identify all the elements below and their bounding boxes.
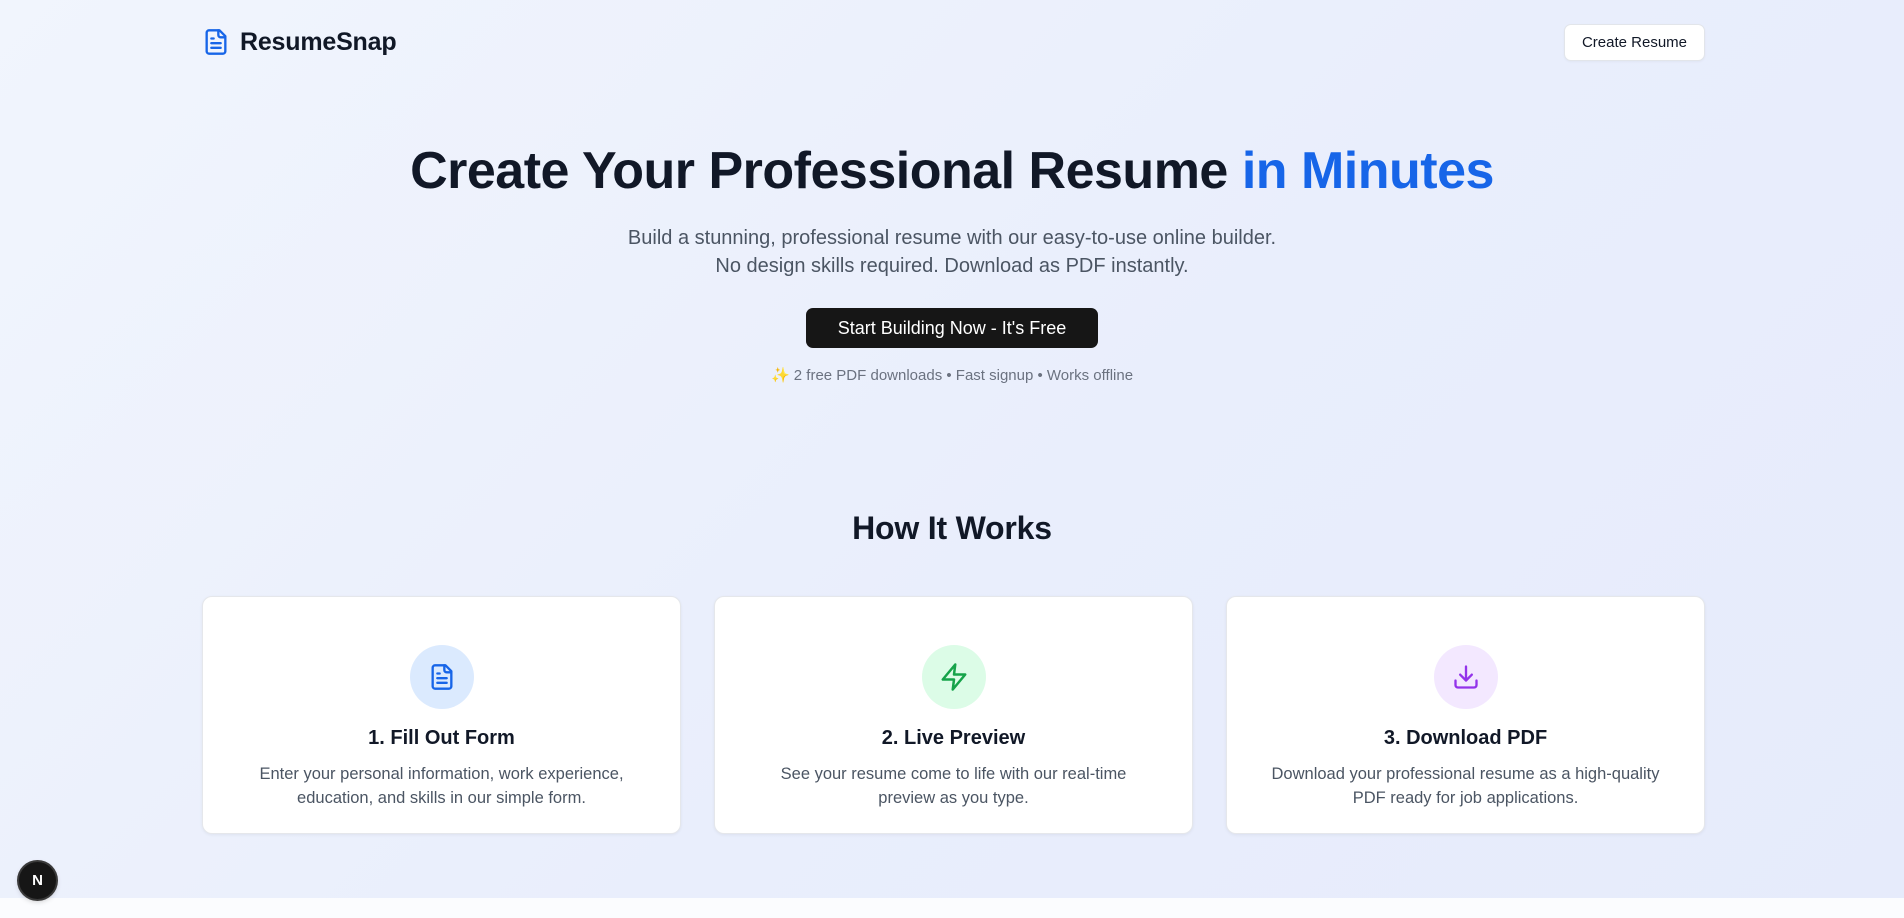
steps-cards: 1. Fill Out Form Enter your personal inf…	[202, 596, 1705, 834]
start-building-button[interactable]: Start Building Now - It's Free	[805, 308, 1099, 348]
step-card-download-pdf: 3. Download PDF Download your profession…	[1226, 596, 1705, 834]
lightning-icon	[921, 645, 986, 709]
brand-logo[interactable]: ResumeSnap	[202, 26, 397, 58]
download-icon	[1433, 645, 1498, 709]
document-icon	[202, 26, 230, 58]
hero-title: Create Your Professional Resume in Minut…	[0, 138, 1904, 204]
step-title: 2. Live Preview	[881, 727, 1026, 749]
brand-name: ResumeSnap	[240, 27, 397, 56]
step-card-fill-form: 1. Fill Out Form Enter your personal inf…	[202, 596, 681, 834]
step-description: Enter your personal information, work ex…	[259, 765, 624, 807]
step-title: 3. Download PDF	[1383, 727, 1548, 749]
hero-subtitle: Build a stunning, professional resume wi…	[627, 227, 1277, 277]
document-icon	[409, 645, 474, 709]
hero-section: Create Your Professional Resume in Minut…	[0, 138, 1904, 384]
hero-title-accent: in Minutes	[1241, 142, 1495, 200]
hero-title-main: Create Your Professional Resume	[410, 142, 1228, 200]
create-resume-button[interactable]: Create Resume	[1563, 23, 1705, 61]
perks-text: ✨ 2 free PDF downloads • Fast signup • W…	[770, 367, 1134, 384]
step-description: Download your professional resume as a h…	[1271, 765, 1660, 807]
dev-tools-badge[interactable]: N	[19, 862, 56, 899]
step-card-live-preview: 2. Live Preview See your resume come to …	[714, 596, 1193, 834]
site-header: ResumeSnap Create Resume	[202, 22, 1705, 62]
page-footer-strip	[0, 898, 1904, 918]
step-title: 1. Fill Out Form	[368, 727, 515, 749]
how-it-works-title: How It Works	[852, 510, 1052, 546]
step-description: See your resume come to life with our re…	[780, 765, 1127, 807]
